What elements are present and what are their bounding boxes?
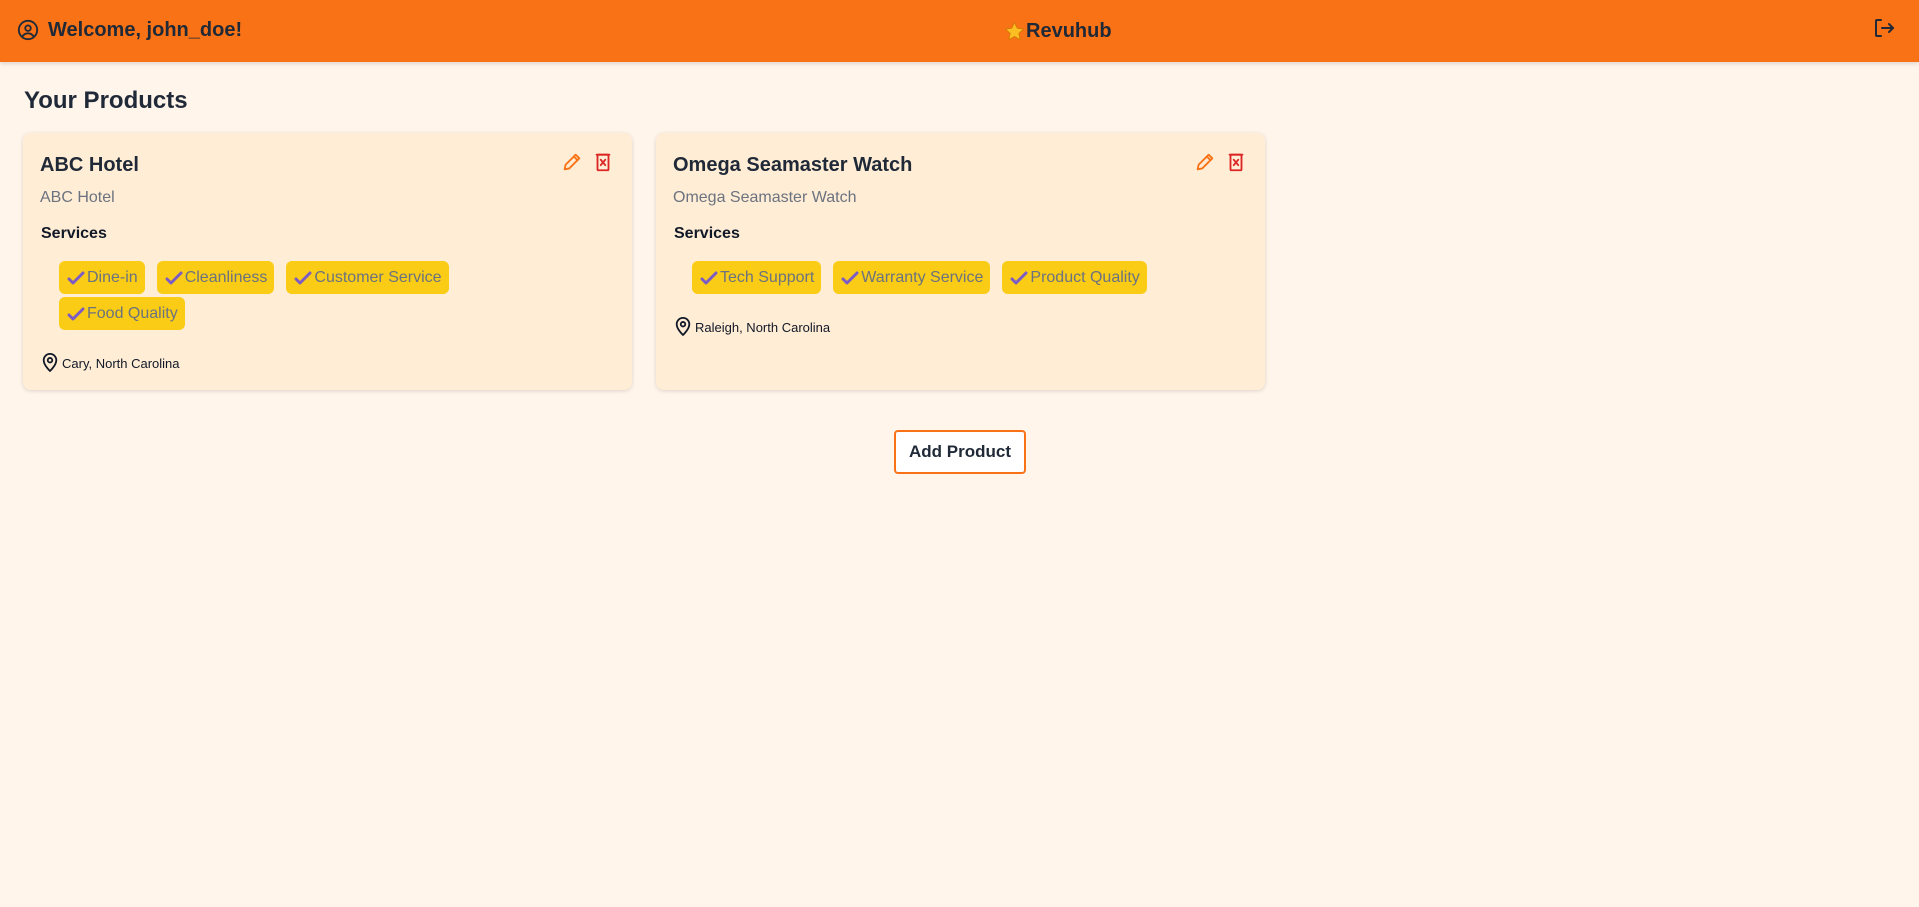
product-name: ABC Hotel [40, 154, 139, 176]
page-title: Your Products [24, 87, 188, 114]
brand-name: Revuhub [1026, 20, 1112, 42]
product-name: Omega Seamaster Watch [673, 154, 913, 176]
service-chip[interactable]: Dine-in [59, 261, 145, 294]
welcome-area: Welcome, john_doe! [17, 18, 242, 42]
star-icon [1004, 20, 1025, 41]
service-chip-label: Product Quality [1030, 268, 1140, 286]
product-description: ABC Hotel [40, 189, 115, 206]
top-navbar: Welcome, john_doe! Revuhub [0, 0, 1919, 62]
map-pin-icon [675, 317, 691, 336]
services-label: Services [674, 225, 740, 242]
service-chip[interactable]: Food Quality [59, 297, 185, 330]
service-chip-label: Customer Service [314, 268, 442, 286]
service-chip-label: Tech Support [720, 268, 815, 286]
service-chip-label: Dine-in [87, 268, 138, 286]
welcome-text: Welcome, john_doe! [48, 19, 243, 41]
check-icon [294, 271, 312, 284]
services-label: Services [41, 225, 107, 242]
product-card: ABC Hotel ABC Hotel Services Dine-in Cle… [23, 133, 632, 390]
edit-pencil-icon[interactable] [561, 151, 583, 173]
location-text: Raleigh, North Carolina [695, 320, 831, 335]
check-icon [841, 271, 859, 284]
service-chip-label: Food Quality [87, 304, 178, 322]
product-location: Cary, North Carolina [41, 351, 180, 373]
edit-pencil-icon[interactable] [1194, 151, 1216, 173]
brand-logo[interactable]: Revuhub [1003, 18, 1112, 44]
check-icon [700, 271, 718, 284]
service-chip-label: Cleanliness [184, 268, 268, 286]
services-list: Dine-in Cleanliness Customer Service Foo… [59, 261, 529, 330]
add-product-button[interactable]: Add Product [894, 430, 1026, 474]
product-card: Omega Seamaster Watch Omega Seamaster Wa… [656, 133, 1265, 390]
delete-icon[interactable] [1225, 151, 1247, 173]
service-chip[interactable]: Tech Support [692, 261, 822, 294]
delete-icon[interactable] [592, 151, 614, 173]
check-icon [1010, 271, 1028, 284]
check-icon [67, 271, 85, 284]
check-icon [165, 271, 183, 284]
service-chip[interactable]: Cleanliness [156, 261, 275, 294]
map-pin-icon [42, 353, 58, 372]
service-chip[interactable]: Product Quality [1002, 261, 1147, 294]
services-list: Tech Support Warranty Service Product Qu… [692, 261, 1162, 294]
service-chip-label: Warranty Service [861, 268, 984, 286]
location-text: Cary, North Carolina [62, 356, 180, 371]
logout-icon[interactable] [1872, 16, 1896, 40]
user-circle-icon [17, 19, 39, 41]
product-description: Omega Seamaster Watch [673, 189, 857, 206]
check-icon [67, 307, 85, 320]
product-location: Raleigh, North Carolina [674, 315, 830, 337]
service-chip[interactable]: Warranty Service [833, 261, 991, 294]
service-chip[interactable]: Customer Service [286, 261, 449, 294]
